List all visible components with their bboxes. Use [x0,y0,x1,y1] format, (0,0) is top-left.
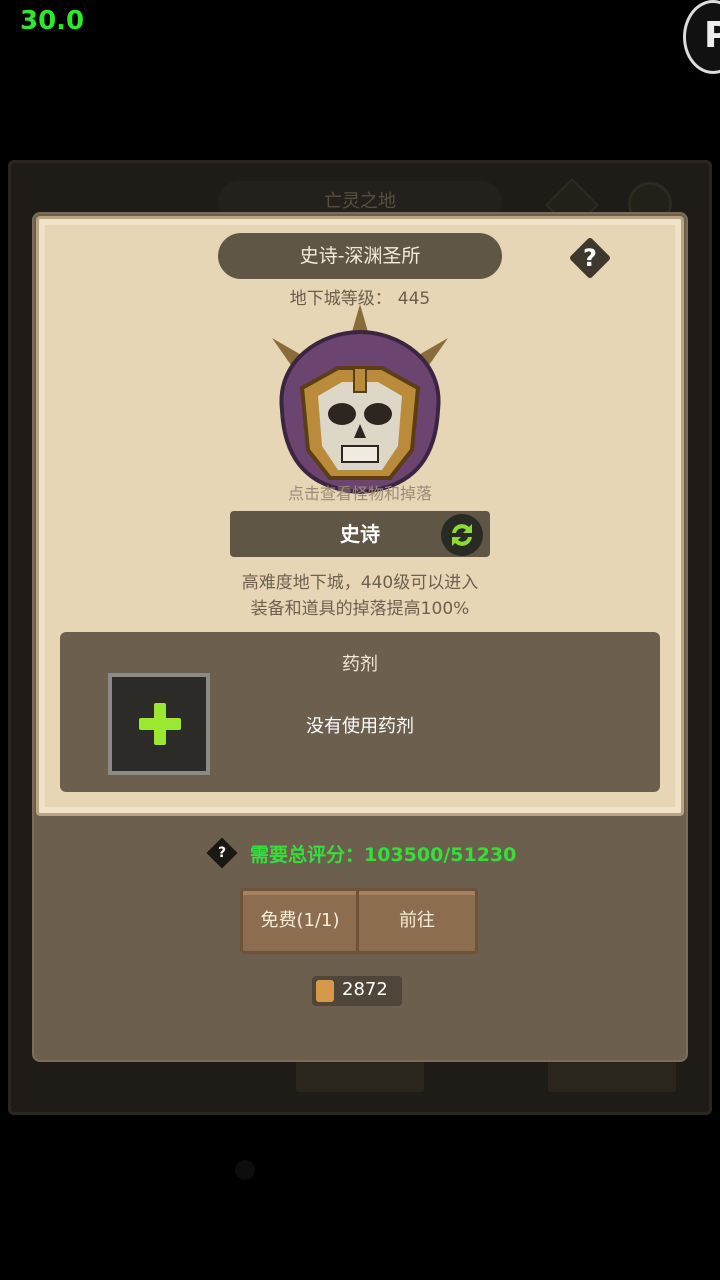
logo-glyph: P [704,15,720,56]
scroll-icon [316,980,334,1002]
refresh-icon[interactable] [441,514,483,556]
free-button[interactable]: 免费(1/1) [240,888,360,954]
tap-hint: 点击查看怪物和掉落 [287,484,432,503]
helmet-nasal-guard [353,367,367,393]
plus-icon-bar [139,718,181,730]
app-logo[interactable]: P [683,0,720,74]
bottom-dot [235,1160,255,1180]
scroll-counter: 2872 [312,976,402,1006]
potion-add-slot[interactable] [108,673,210,775]
potion-empty-text: 没有使用药剂 [306,716,414,737]
help-button[interactable]: ? [568,236,612,280]
dungeon-title: 史诗-深渊圣所 [218,233,502,279]
refresh-bg [442,515,482,555]
description-line-2: 装备和道具的掉落提高100% [250,599,470,619]
score-help-symbol: ? [217,845,227,861]
potion-title: 药剂 [342,654,378,675]
help-symbol: ? [583,244,597,272]
skull-helmet-icon[interactable] [262,300,458,500]
skull-eye-right [364,403,392,425]
description-line-1: 高难度地下城，440级可以进入 [241,573,479,593]
score-label: 需要总评分：103500/51230 [250,844,517,866]
skull-teeth [341,445,379,463]
fps-counter: 30.0 [20,6,85,36]
scroll-count-value: 2872 [342,979,388,1000]
go-button[interactable]: 前往 [356,888,478,954]
score-requirement: ? 需要总评分：103500/51230 [206,837,548,869]
difficulty-label: 史诗 [340,522,380,546]
skull-eye-left [328,403,356,425]
background-button-left [296,1060,424,1092]
background-button-right [548,1060,676,1092]
